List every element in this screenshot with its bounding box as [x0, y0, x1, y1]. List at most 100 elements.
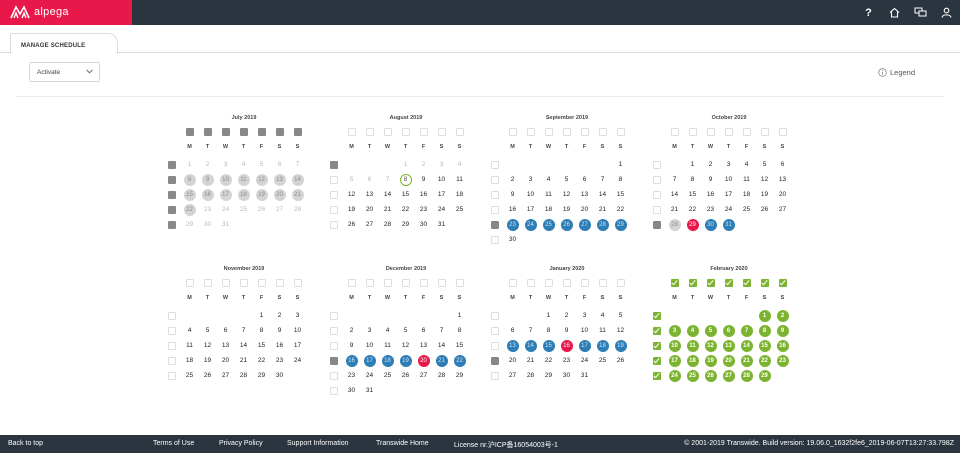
week-row-checkbox[interactable] — [164, 323, 179, 338]
weekday-column-checkbox[interactable] — [595, 275, 610, 290]
calendar-day[interactable]: 3 — [667, 323, 682, 338]
calendar-day[interactable]: 22 — [541, 353, 556, 368]
calendar-day[interactable]: 15 — [182, 187, 197, 202]
weekday-column-checkbox[interactable] — [757, 124, 772, 139]
week-row-checkbox[interactable] — [326, 308, 341, 323]
calendar-day[interactable]: 2 — [559, 308, 574, 323]
calendar-day[interactable]: 5 — [398, 323, 413, 338]
calendar-day[interactable]: 5 — [200, 323, 215, 338]
calendar-day[interactable]: 29 — [452, 368, 467, 383]
weekday-column-checkbox[interactable] — [559, 124, 574, 139]
weekday-column-checkbox[interactable] — [344, 124, 359, 139]
calendar-day[interactable]: 4 — [380, 323, 395, 338]
calendar-day[interactable]: 12 — [757, 172, 772, 187]
calendar-day[interactable]: 20 — [721, 353, 736, 368]
calendar-day[interactable]: 23 — [559, 353, 574, 368]
week-row-checkbox[interactable] — [164, 157, 179, 172]
calendar-day[interactable]: 23 — [272, 353, 287, 368]
calendar-day[interactable]: 31 — [721, 217, 736, 232]
calendar-day[interactable]: 23 — [505, 217, 520, 232]
calendar-day[interactable]: 13 — [218, 338, 233, 353]
calendar-day[interactable]: 14 — [523, 338, 538, 353]
calendar-day[interactable]: 25 — [685, 368, 700, 383]
calendar-day[interactable]: 7 — [667, 172, 682, 187]
week-row-checkbox[interactable] — [487, 232, 502, 247]
calendar-day[interactable]: 11 — [595, 323, 610, 338]
calendar-day[interactable]: 13 — [577, 187, 592, 202]
calendar-day[interactable]: 9 — [703, 172, 718, 187]
calendar-day[interactable]: 14 — [667, 187, 682, 202]
weekday-column-checkbox[interactable] — [613, 124, 628, 139]
calendar-day[interactable]: 2 — [703, 157, 718, 172]
week-row-checkbox[interactable] — [649, 323, 664, 338]
calendar-day[interactable]: 7 — [434, 323, 449, 338]
week-row-checkbox[interactable] — [164, 353, 179, 368]
calendar-day[interactable]: 16 — [703, 187, 718, 202]
calendar-day[interactable]: 15 — [541, 338, 556, 353]
calendar-day[interactable]: 12 — [398, 338, 413, 353]
weekday-column-checkbox[interactable] — [541, 275, 556, 290]
weekday-column-checkbox[interactable] — [182, 124, 197, 139]
weekday-column-checkbox[interactable] — [685, 275, 700, 290]
week-row-checkbox[interactable] — [326, 172, 341, 187]
calendar-day[interactable]: 10 — [667, 338, 682, 353]
calendar-day[interactable]: 1 — [452, 308, 467, 323]
calendar-day[interactable]: 19 — [344, 202, 359, 217]
calendar-day[interactable]: 24 — [290, 353, 305, 368]
weekday-column-checkbox[interactable] — [505, 124, 520, 139]
calendar-day[interactable]: 1 — [613, 157, 628, 172]
weekday-column-checkbox[interactable] — [523, 124, 538, 139]
calendar-day[interactable]: 30 — [505, 232, 520, 247]
weekday-column-checkbox[interactable] — [613, 275, 628, 290]
calendar-day[interactable]: 28 — [523, 368, 538, 383]
calendar-day[interactable]: 1 — [254, 308, 269, 323]
calendar-day[interactable]: 8 — [757, 323, 772, 338]
week-row-checkbox[interactable] — [649, 353, 664, 368]
weekday-column-checkbox[interactable] — [182, 275, 197, 290]
week-row-checkbox[interactable] — [487, 157, 502, 172]
weekday-column-checkbox[interactable] — [775, 275, 790, 290]
weekday-column-checkbox[interactable] — [254, 275, 269, 290]
calendar-day[interactable]: 10 — [721, 172, 736, 187]
calendar-day[interactable]: 28 — [380, 217, 395, 232]
week-row-checkbox[interactable] — [487, 338, 502, 353]
calendar-day[interactable]: 8 — [254, 323, 269, 338]
calendar-day[interactable]: 17 — [218, 187, 233, 202]
calendar-day[interactable]: 11 — [685, 338, 700, 353]
calendar-day[interactable]: 23 — [416, 202, 431, 217]
calendar-day[interactable]: 18 — [236, 187, 251, 202]
weekday-column-checkbox[interactable] — [362, 124, 377, 139]
calendar-day[interactable]: 1 — [685, 157, 700, 172]
calendar-day[interactable]: 9 — [200, 172, 215, 187]
calendar-day[interactable]: 18 — [452, 187, 467, 202]
calendar-day[interactable]: 4 — [685, 323, 700, 338]
calendar-day[interactable]: 25 — [182, 368, 197, 383]
week-row-checkbox[interactable] — [649, 338, 664, 353]
calendar-day[interactable]: 16 — [775, 338, 790, 353]
calendar-day[interactable]: 27 — [416, 368, 431, 383]
calendar-day[interactable]: 4 — [595, 308, 610, 323]
calendar-day[interactable]: 28 — [667, 217, 682, 232]
weekday-column-checkbox[interactable] — [739, 275, 754, 290]
calendar-day[interactable]: 14 — [434, 338, 449, 353]
weekday-column-checkbox[interactable] — [416, 275, 431, 290]
calendar-day[interactable]: 23 — [703, 202, 718, 217]
calendar-day[interactable]: 5 — [757, 157, 772, 172]
weekday-column-checkbox[interactable] — [505, 275, 520, 290]
calendar-day[interactable]: 15 — [685, 187, 700, 202]
weekday-column-checkbox[interactable] — [577, 275, 592, 290]
calendar-day[interactable]: 28 — [595, 217, 610, 232]
week-row-checkbox[interactable] — [487, 323, 502, 338]
calendar-day[interactable]: 21 — [290, 187, 305, 202]
calendar-day[interactable]: 21 — [380, 202, 395, 217]
calendar-day[interactable]: 7 — [595, 172, 610, 187]
weekday-column-checkbox[interactable] — [685, 124, 700, 139]
weekday-column-checkbox[interactable] — [667, 124, 682, 139]
calendar-day[interactable]: 10 — [218, 172, 233, 187]
calendar-day[interactable]: 9 — [416, 172, 431, 187]
calendar-day[interactable]: 19 — [757, 187, 772, 202]
calendar-day[interactable]: 11 — [380, 338, 395, 353]
weekday-column-checkbox[interactable] — [667, 275, 682, 290]
weekday-column-checkbox[interactable] — [757, 275, 772, 290]
calendar-day[interactable]: 19 — [200, 353, 215, 368]
